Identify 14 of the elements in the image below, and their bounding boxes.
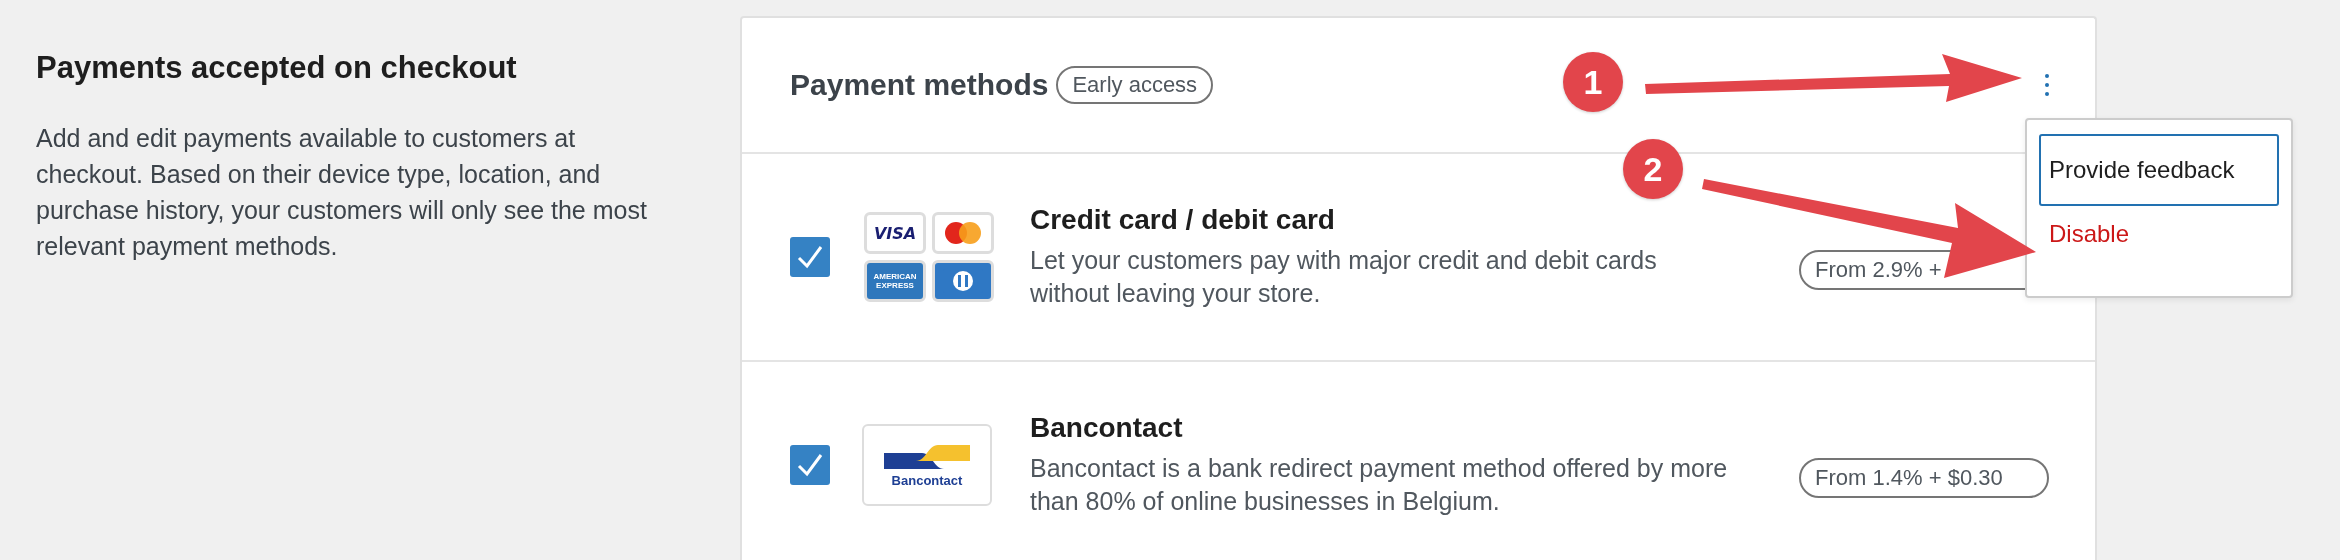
section-description: Add and edit payments available to customers at checkout. Based on their device type, location, and purchase history, your customers will only see the most relevant payment methods. xyxy=(36,123,648,262)
method-name: Credit card / debit card xyxy=(1030,204,1336,236)
method-description: Bancontact is a bank redirect payment method offered by more than 80% of online businesses in Belgium. xyxy=(1030,453,1729,517)
card-title: Payment methods xyxy=(790,68,1049,102)
menu-item[interactable]: Provide feedback xyxy=(2039,134,2279,206)
bancontact-logo: Bancontact xyxy=(862,424,992,506)
method-name: Bancontact xyxy=(1030,412,1184,444)
card-logos-drawing: VISA AMERICAN EXPRESS xyxy=(864,212,994,302)
checkbox[interactable] xyxy=(790,237,830,277)
checkbox[interactable] xyxy=(790,445,830,485)
method-description: Let your customers pay with major credit and debit cards without leaving your store. xyxy=(1030,245,1658,309)
fee-pill: From 1.4% + $0.30 xyxy=(1799,458,2049,498)
section-title: Payments accepted on checkout xyxy=(36,50,518,86)
early-access-badge: Early access xyxy=(1056,66,1214,104)
